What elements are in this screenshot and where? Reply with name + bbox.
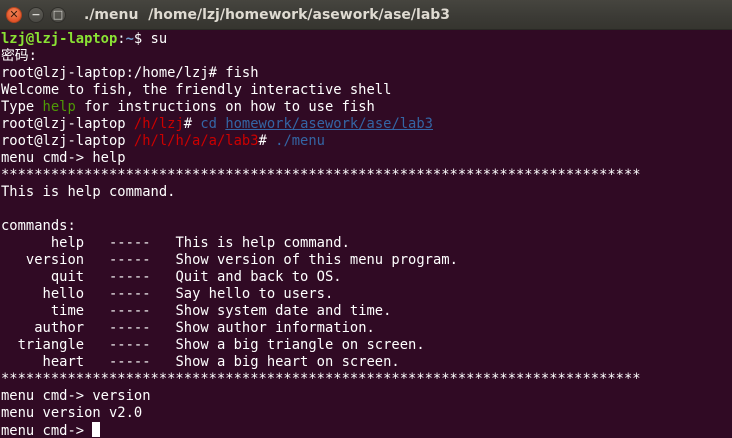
text-cursor — [92, 422, 101, 437]
stars-divider: ****************************************… — [1, 167, 641, 183]
maximize-icon: □ — [52, 8, 64, 21]
fish-prompt-host: root@lzj-laptop — [1, 133, 134, 149]
title-bar[interactable]: ✕ − □ ./menu /home/lzj/homework/asework/… — [0, 0, 732, 30]
command-separator: ----- — [84, 303, 176, 319]
hint-suffix: for instructions on how to use fish — [75, 99, 375, 115]
fish-prompt-host: root@lzj-laptop — [1, 116, 134, 132]
command-description: This is help command. — [175, 235, 350, 251]
fish-prompt-path: /h/lzj — [133, 116, 184, 132]
command-name: quit — [1, 269, 85, 285]
menu-cmd-help-line: menu cmd-> help — [1, 150, 126, 166]
command-name: version — [1, 252, 85, 268]
command-separator: ----- — [84, 354, 176, 370]
fish-command-menu: ./menu — [275, 133, 325, 149]
command-description: Show system date and time. — [175, 303, 392, 319]
fish-prompt-path: /h/l/h/a/a/lab3 — [133, 133, 259, 149]
command-description: Show version of this menu program. — [175, 252, 458, 268]
command-row: version ----- Show version of this menu … — [1, 252, 732, 269]
command-row: quit ----- Quit and back to OS. — [1, 269, 732, 286]
prompt-path: ~ — [125, 31, 134, 47]
command-separator: ----- — [84, 252, 176, 268]
minimize-button[interactable]: − — [28, 6, 44, 23]
fish-prompt-cd-line: root@lzj-laptop /h/lzj# cd homework/asew… — [1, 116, 732, 133]
command-name: time — [1, 303, 85, 319]
fish-command-arg: homework/asework/ase/lab3 — [225, 116, 433, 132]
maximize-button[interactable]: □ — [50, 6, 66, 23]
command-separator: ----- — [84, 269, 176, 285]
fish-prompt-menu-line: root@lzj-laptop /h/l/h/a/a/lab3# ./menu — [1, 133, 732, 150]
command-name: triangle — [1, 337, 85, 353]
command-separator: ----- — [84, 320, 176, 336]
command-row: author ----- Show author information. — [1, 320, 732, 337]
menu-prompt: menu cmd-> — [1, 423, 93, 438]
close-icon: ✕ — [9, 8, 19, 21]
command-description: Quit and back to OS. — [175, 269, 342, 285]
command-name: help — [1, 235, 85, 251]
terminal-output[interactable]: lzj@lzj-laptop:~$ su 密码: root@lzj-laptop… — [0, 31, 732, 438]
terminal-window: ✕ − □ ./menu /home/lzj/homework/asework/… — [0, 0, 732, 438]
command-row: time ----- Show system date and time. — [1, 303, 732, 320]
command-description: Say hello to users. — [175, 286, 334, 302]
command-separator: ----- — [84, 337, 176, 353]
fish-prompt-hash: # — [183, 116, 201, 132]
minimize-icon: − — [31, 8, 41, 21]
command-row: heart ----- Show a big heart on screen. — [1, 354, 732, 371]
hint-help-word: help — [42, 99, 76, 115]
root-prompt-line: root@lzj-laptop:/home/lzj# fish — [1, 65, 259, 81]
password-prompt-line: 密码: — [1, 48, 37, 64]
commands-label: commands: — [1, 218, 76, 234]
menu-cmd-current-line[interactable]: menu cmd-> — [1, 422, 732, 438]
window-title: ./menu /home/lzj/homework/asework/ase/la… — [84, 6, 451, 23]
command-separator: ----- — [84, 235, 176, 251]
command-description: Show a big heart on screen. — [175, 354, 400, 370]
help-description-line: This is help command. — [1, 184, 176, 200]
su-prompt-line: lzj@lzj-laptop:~$ su — [1, 31, 732, 48]
command-separator: ----- — [84, 286, 176, 302]
command-description: Show author information. — [175, 320, 375, 336]
hint-prefix: Type — [1, 99, 43, 115]
command-name: heart — [1, 354, 85, 370]
command-name: author — [1, 320, 85, 336]
prompt-command: $ su — [133, 31, 168, 47]
command-name: hello — [1, 286, 85, 302]
command-row: triangle ----- Show a big triangle on sc… — [1, 337, 732, 354]
fish-prompt-hash: # — [258, 133, 276, 149]
fish-welcome-line: Welcome to fish, the friendly interactiv… — [1, 82, 392, 98]
command-row: hello ----- Say hello to users. — [1, 286, 732, 303]
fish-help-hint-line: Type help for instructions on how to use… — [1, 99, 732, 116]
prompt-separator: : — [117, 31, 126, 47]
stars-divider: ****************************************… — [1, 371, 641, 387]
command-description: Show a big triangle on screen. — [175, 337, 425, 353]
command-row: help ----- This is help command. — [1, 235, 732, 252]
version-output-line: menu version v2.0 — [1, 405, 143, 421]
menu-cmd-version-line: menu cmd-> version — [1, 388, 151, 404]
fish-command-cd: cd — [200, 116, 217, 132]
close-button[interactable]: ✕ — [6, 6, 22, 23]
prompt-user-host: lzj@lzj-laptop — [1, 31, 118, 47]
